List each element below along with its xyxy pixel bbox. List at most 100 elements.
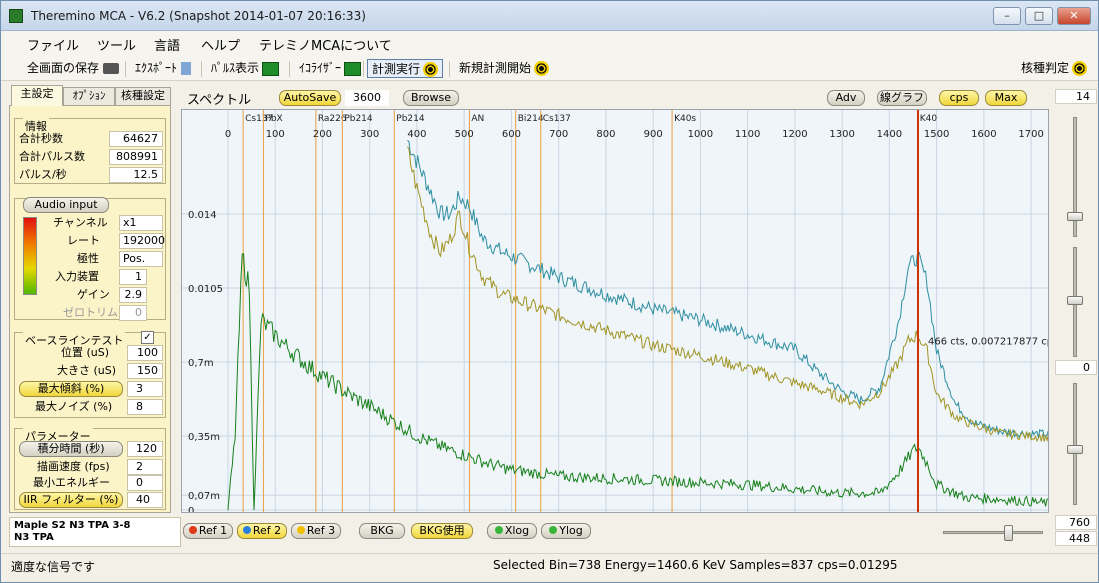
ref1-label: Ref 1 [198, 524, 228, 537]
rate-value[interactable]: 192000 [119, 233, 165, 249]
menu-about[interactable]: テレミノMCAについて [259, 35, 392, 54]
vertical-slider-1-thumb[interactable] [1067, 212, 1083, 221]
ref1-button[interactable]: Ref 1 [183, 523, 233, 539]
line-graph-button[interactable]: 線グラフ [877, 90, 927, 106]
camera-icon [103, 63, 120, 74]
max-slope-value[interactable]: 3 [127, 381, 163, 397]
input-device-label: 入力装置 [55, 270, 99, 283]
input-device-value[interactable]: 1 [119, 269, 147, 285]
yellow-dot-icon [296, 526, 305, 534]
isotope-label: Pb214 [396, 114, 425, 124]
draw-speed-value[interactable]: 2 [127, 459, 163, 475]
equalizer-button[interactable]: ｲｺﾗｲｻﾞｰ [297, 59, 363, 78]
isotope-label: K40 [920, 114, 938, 124]
export-button[interactable]: ｴｸｽﾎﾟｰﾄ [133, 59, 193, 78]
x-tick-label: 400 [407, 129, 426, 140]
channel-value[interactable]: x1 [119, 215, 163, 231]
x-tick-label: 100 [266, 129, 285, 140]
tab-isotope-settings[interactable]: 核種設定 [115, 87, 171, 105]
integration-time-value[interactable]: 120 [127, 441, 163, 457]
ref2-button[interactable]: Ref 2 [237, 523, 287, 539]
toolbar: 全画面の保存 ｴｸｽﾎﾟｰﾄ ﾊﾟﾙｽ表示 ｲｺﾗｲｻﾞｰ 計測実行 新規計測開… [1, 55, 1098, 81]
menu-help[interactable]: ヘルプ [201, 35, 240, 54]
audio-group: Audio input チャンネル x1 レート 192000 極性 Pos. … [14, 197, 166, 321]
tab-main-settings[interactable]: 主設定 [11, 85, 63, 106]
level-meter [23, 217, 37, 295]
x-tick-label: 1000 [688, 129, 713, 140]
adv-button[interactable]: Adv [827, 90, 865, 106]
rate-label: レート [67, 234, 100, 247]
polarity-value[interactable]: Pos. [119, 251, 163, 267]
maximize-button[interactable]: □ [1025, 7, 1053, 25]
x-tick-label: 700 [549, 129, 568, 140]
y-tick-label: 0,07m [188, 491, 220, 502]
menu-language[interactable]: 言語 [154, 35, 180, 54]
pulse-display-button[interactable]: ﾊﾟﾙｽ表示 [209, 59, 281, 78]
minimize-button[interactable]: – [993, 7, 1021, 25]
spectrum-plot[interactable]: Cs137 PbX Ra226 Pb214 Pb214 AN Bi214 Cs137 K40s K… [181, 109, 1049, 513]
xlog-label: Xlog [504, 524, 530, 537]
x-tick-label: 1400 [877, 129, 902, 140]
total-pulses-label: 合計パルス数 [19, 150, 85, 163]
horizontal-slider[interactable] [943, 525, 1043, 541]
max-button[interactable]: Max [985, 90, 1027, 106]
green-dot-icon [549, 526, 558, 534]
min-energy-value[interactable]: 0 [127, 475, 163, 491]
radiation-icon [1072, 61, 1088, 76]
bkg-button[interactable]: BKG [359, 523, 405, 539]
position-value[interactable]: 100 [127, 345, 163, 361]
middle-value-box[interactable]: 0 [1055, 360, 1097, 375]
autosave-interval[interactable]: 3600 [345, 90, 389, 106]
vertical-slider-3-thumb[interactable] [1067, 445, 1083, 454]
size-value[interactable]: 150 [127, 363, 163, 379]
ref3-button[interactable]: Ref 3 [291, 523, 341, 539]
horizontal-slider-thumb[interactable] [1004, 525, 1013, 541]
max-noise-value[interactable]: 8 [127, 399, 163, 415]
audio-input-button[interactable]: Audio input [23, 197, 109, 213]
save-screen-button[interactable]: 全画面の保存 [25, 59, 121, 78]
tab-options[interactable]: ｵﾌﾟｼｮﾝ [63, 87, 115, 105]
zero-trim-value[interactable]: 0 [119, 305, 147, 321]
menu-tools[interactable]: ツール [97, 35, 136, 54]
new-measurement-button[interactable]: 新規計測開始 [457, 59, 551, 78]
gain-value[interactable]: 2.9 [119, 287, 147, 303]
max-slope-button[interactable]: 最大傾斜 (%) [19, 381, 123, 397]
close-button[interactable]: ✕ [1057, 7, 1091, 25]
radiation-icon [423, 62, 439, 77]
isotope-identify-button[interactable]: 核種判定 [1019, 59, 1089, 78]
vertical-slider-3[interactable] [1073, 383, 1077, 505]
iir-filter-value[interactable]: 40 [127, 492, 163, 508]
window-title: Theremino MCA - V6.2 (Snapshot 2014-01-0… [31, 9, 366, 23]
xlog-button[interactable]: Xlog [487, 523, 537, 539]
spectrum-series-line [407, 139, 1048, 441]
x-tick-label: 1200 [782, 129, 807, 140]
browse-button[interactable]: Browse [403, 90, 459, 106]
iir-filter-button[interactable]: IIR フィルター (%) [19, 492, 123, 508]
ref3-label: Ref 3 [306, 524, 336, 537]
top-value-box[interactable]: 14 [1055, 89, 1097, 104]
start-measurement-button[interactable]: 計測実行 [367, 59, 444, 78]
baseline-checkbox[interactable]: ✓ [141, 331, 154, 344]
min-energy-label: 最小エネルギー [33, 476, 110, 489]
x-tick-label: 1600 [971, 129, 996, 140]
integration-time-button[interactable]: 積分時間 (秒) [19, 441, 123, 457]
x-tick-label: 1100 [735, 129, 760, 140]
parameters-group: パラメーター 積分時間 (秒) 120 描画速度 (fps) 2 最小エネルギー… [14, 428, 166, 510]
menu-file[interactable]: ファイル [27, 35, 79, 54]
lower-value-box-1[interactable]: 760 [1055, 515, 1097, 530]
isotope-label: Pb214 [344, 114, 373, 124]
detector-info: Maple S2 N3 TPA 3-8 N3 TPA [9, 517, 181, 547]
cps-button[interactable]: cps [939, 90, 979, 106]
spectrum-chart[interactable]: Cs137PbX Ra226Pb214 Pb214 AN Bi214 Cs137 K40s K… [182, 110, 1049, 513]
autosave-button[interactable]: AutoSave [279, 90, 341, 106]
status-bar: 適度な信号です Selected Bin=738 Energy=1460.6 K… [1, 553, 1098, 582]
zero-trim-label: ゼロトリム [63, 306, 118, 319]
x-tick-label: 1700 [1018, 129, 1043, 140]
blue-dot-icon [242, 526, 251, 534]
bkg-use-button[interactable]: BKG使用 [411, 523, 473, 539]
ylog-button[interactable]: Ylog [541, 523, 591, 539]
vertical-slider-2-thumb[interactable] [1067, 296, 1083, 305]
lower-value-box-2[interactable]: 448 [1055, 531, 1097, 546]
title-bar[interactable]: Theremino MCA - V6.2 (Snapshot 2014-01-0… [1, 1, 1098, 31]
cursor-readout: 466 cts, 0.007217877 cps [928, 336, 1049, 347]
